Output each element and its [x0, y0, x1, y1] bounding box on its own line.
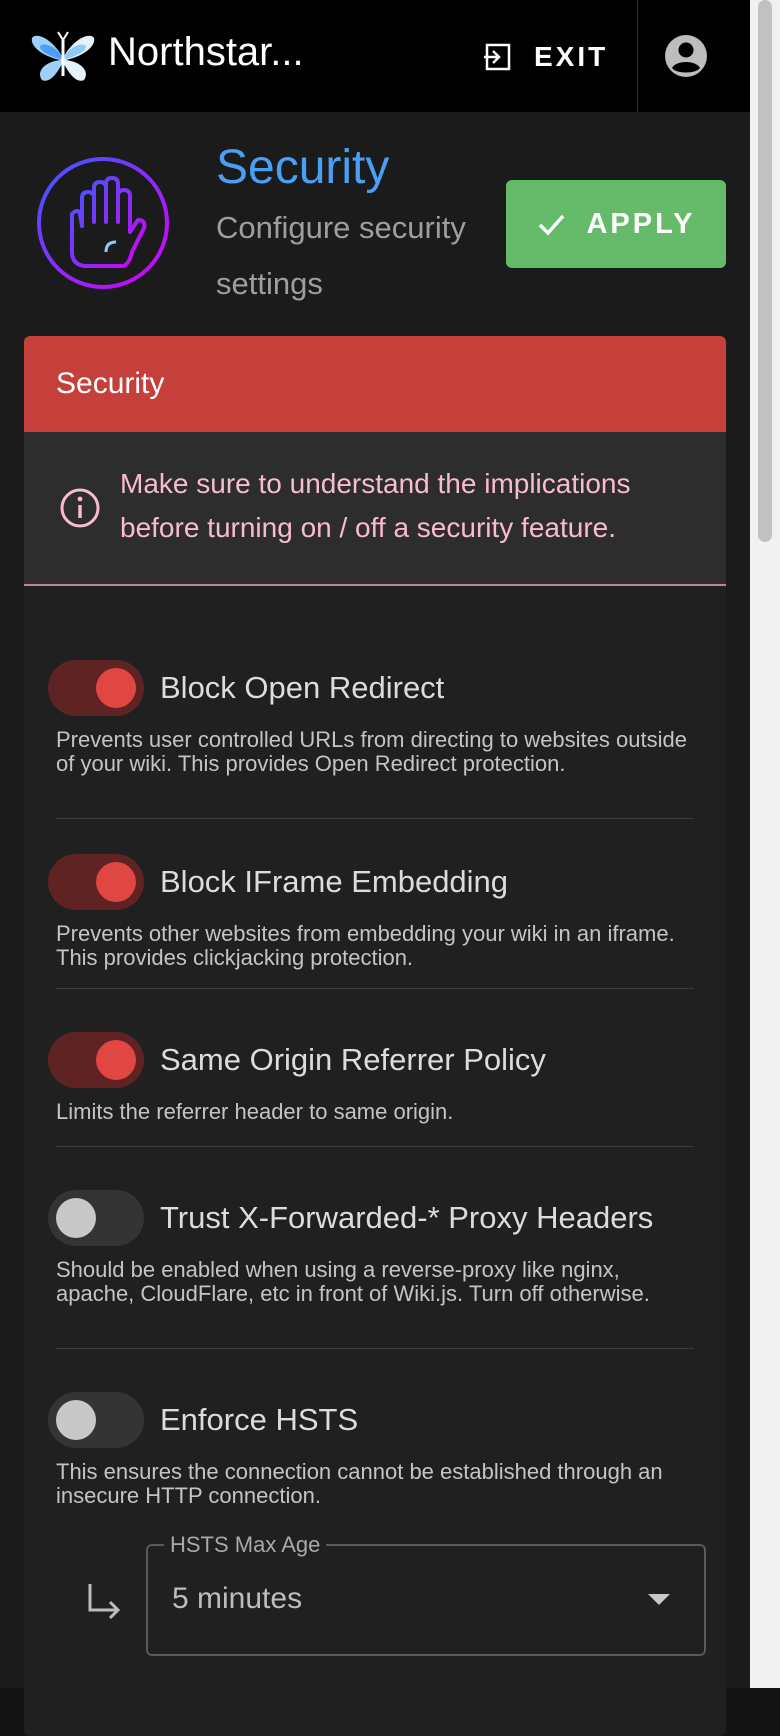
setting-label: Block IFrame Embedding — [160, 864, 509, 899]
hsts-max-age-value: 5 minutes — [172, 1582, 303, 1615]
butterfly-logo-icon — [31, 31, 95, 81]
setting-description: Limits the referrer header to same origi… — [56, 1099, 454, 1124]
page-subtitle: Configure security settings — [216, 210, 466, 301]
card-header: Security — [24, 336, 726, 432]
warning-alert: Make sure to understand the implications… — [24, 432, 726, 586]
apply-button[interactable]: APPLY — [506, 180, 726, 268]
exit-button[interactable]: EXIT — [482, 36, 608, 78]
main-content: Security Configure security settings APP… — [0, 112, 750, 1736]
divider — [56, 1146, 694, 1147]
same-origin-referrer-toggle[interactable] — [48, 1032, 144, 1088]
app-title[interactable]: Northstar... — [108, 30, 304, 75]
setting-label: Enforce HSTS — [160, 1402, 359, 1437]
appbar-divider — [637, 0, 638, 112]
setting-description: This ensures the connection cannot be es… — [56, 1459, 663, 1508]
dropdown-caret-icon — [648, 1594, 670, 1605]
setting-block-iframe-embedding: Block IFrame Embedding Prevents other we… — [48, 852, 692, 970]
subdirectory-arrow-icon — [88, 1584, 121, 1620]
setting-description: Prevents other websites from embedding y… — [56, 921, 675, 970]
setting-enforce-hsts: Enforce HSTS This ensures the connection… — [48, 1390, 692, 1508]
check-icon — [539, 214, 565, 236]
enforce-hsts-toggle[interactable] — [48, 1392, 144, 1448]
account-circle-icon[interactable] — [664, 34, 708, 78]
hand-stop-icon — [37, 157, 169, 289]
divider — [56, 1348, 694, 1349]
hsts-max-age-select[interactable]: HSTS Max Age 5 minutes — [146, 1532, 706, 1656]
exit-icon — [484, 43, 511, 71]
alert-text: Make sure to understand the implications… — [120, 468, 631, 543]
exit-label: EXIT — [534, 41, 609, 72]
trust-proxy-headers-toggle[interactable] — [48, 1190, 144, 1246]
setting-same-origin-referrer: Same Origin Referrer Policy Limits the r… — [48, 1030, 692, 1124]
block-iframe-embedding-toggle[interactable] — [48, 854, 144, 910]
setting-description: Should be enabled when using a reverse-p… — [56, 1257, 650, 1306]
setting-label: Trust X-Forwarded-* Proxy Headers — [160, 1200, 654, 1235]
divider — [56, 988, 694, 989]
divider — [56, 818, 694, 819]
setting-trust-proxy-headers: Trust X-Forwarded-* Proxy Headers Should… — [48, 1188, 692, 1306]
apply-label: APPLY — [586, 207, 696, 240]
hsts-max-age-row: HSTS Max Age 5 minutes — [48, 1532, 708, 1656]
hsts-max-age-label: HSTS Max Age — [164, 1532, 327, 1558]
block-open-redirect-toggle[interactable] — [48, 660, 144, 716]
page-title: Security — [216, 141, 390, 194]
setting-block-open-redirect: Block Open Redirect Prevents user contro… — [48, 658, 692, 776]
security-card: Security Make sure to understand the imp… — [24, 336, 726, 1736]
info-icon — [60, 488, 100, 528]
setting-label: Block Open Redirect — [160, 670, 445, 705]
app-bar: Northstar... EXIT — [0, 0, 750, 112]
scrollbar-thumb[interactable] — [758, 0, 772, 542]
setting-description: Prevents user controlled URLs from direc… — [56, 727, 687, 776]
setting-label: Same Origin Referrer Policy — [160, 1042, 546, 1077]
